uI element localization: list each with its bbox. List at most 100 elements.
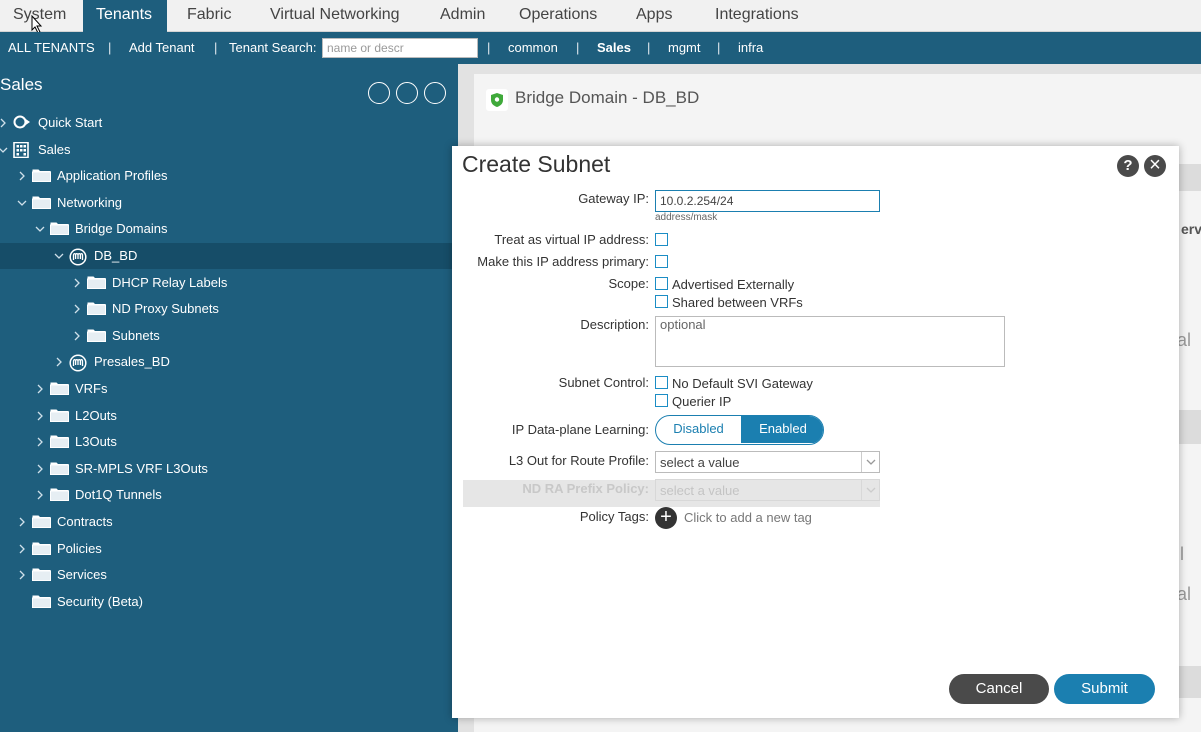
separator: |: [108, 40, 112, 55]
querier-ip-checkbox[interactable]: [655, 394, 668, 407]
tree-item[interactable]: Subnets: [0, 323, 458, 349]
add-tag-plus-icon[interactable]: +: [655, 507, 677, 529]
learning-enabled-option[interactable]: Enabled: [741, 416, 823, 443]
tree-item[interactable]: Contracts: [0, 509, 458, 535]
tree-item[interactable]: SR-MPLS VRF L3Outs: [0, 456, 458, 482]
no-default-svi-gateway-label: No Default SVI Gateway: [672, 376, 813, 391]
tree-item[interactable]: ND Proxy Subnets: [0, 296, 458, 322]
chevron-down-icon[interactable]: [17, 197, 27, 209]
dialog-title: Create Subnet: [462, 151, 611, 177]
advertised-externally-checkbox[interactable]: [655, 277, 668, 290]
description-input[interactable]: [655, 316, 1005, 367]
chevron-right-icon[interactable]: [17, 569, 27, 581]
tenant-search-input[interactable]: [322, 38, 478, 58]
tree-item-label: ND Proxy Subnets: [112, 301, 219, 317]
tree-item[interactable]: Application Profiles: [0, 163, 458, 189]
submit-button[interactable]: Submit: [1054, 674, 1155, 704]
folder-icon: [32, 168, 51, 185]
folder-icon: [50, 434, 69, 451]
help-icon[interactable]: ?: [1117, 155, 1139, 177]
nd-ra-prefix-select: select a value: [655, 479, 880, 501]
chevron-right-icon[interactable]: [72, 330, 82, 342]
tree-list-icon[interactable]: [396, 82, 418, 104]
tree-item[interactable]: L2Outs: [0, 403, 458, 429]
chevron-right-icon[interactable]: [72, 303, 82, 315]
chevron-right-icon[interactable]: [35, 410, 45, 422]
tree-item[interactable]: Quick Start: [0, 110, 458, 136]
chevron-down-icon[interactable]: [0, 144, 8, 156]
chevron-right-icon[interactable]: [35, 436, 45, 448]
tab-tenants[interactable]: Tenants: [83, 0, 167, 32]
chevron-right-icon[interactable]: [35, 463, 45, 475]
tree-item[interactable]: DB_BD: [0, 243, 458, 269]
tree-item[interactable]: Services: [0, 562, 458, 588]
tree-expand-icon[interactable]: [368, 82, 390, 104]
learning-disabled-option[interactable]: Disabled: [656, 416, 741, 443]
tree-item[interactable]: Sales: [0, 137, 458, 163]
l3out-route-profile-select[interactable]: select a value: [655, 451, 880, 473]
chevron-right-icon[interactable]: [35, 383, 45, 395]
folder-icon: [32, 567, 51, 584]
tree-item[interactable]: Networking: [0, 190, 458, 216]
chevron-right-icon[interactable]: [17, 170, 27, 182]
chevron-down-icon[interactable]: [54, 250, 64, 262]
tab-admin[interactable]: Admin: [427, 0, 498, 32]
cancel-button[interactable]: Cancel: [949, 674, 1049, 704]
querier-ip-label: Querier IP: [672, 394, 732, 409]
folder-icon: [32, 594, 51, 611]
shared-between-vrfs-checkbox[interactable]: [655, 295, 668, 308]
tree-item-label: VRFs: [75, 381, 108, 396]
chevron-right-icon[interactable]: [0, 117, 8, 129]
all-tenants-link[interactable]: ALL TENANTS: [8, 32, 95, 64]
tree-item[interactable]: Bridge Domains: [0, 216, 458, 242]
chevron-right-icon[interactable]: [17, 543, 27, 555]
tab-fabric[interactable]: Fabric: [174, 0, 244, 32]
create-subnet-dialog: Create Subnet ? × Gateway IP: address/ma…: [452, 146, 1179, 718]
chevron-right-icon[interactable]: [72, 277, 82, 289]
chevron-right-icon[interactable]: [17, 516, 27, 528]
folder-icon: [50, 381, 69, 398]
tree-item[interactable]: Security (Beta): [0, 589, 458, 615]
shared-between-vrfs-label: Shared between VRFs: [672, 295, 803, 310]
tab-virtual-networking[interactable]: Virtual Networking: [257, 0, 413, 32]
bridge-domain-icon: [69, 354, 87, 375]
bridge-domain-icon: [69, 248, 87, 269]
gateway-ip-input[interactable]: [655, 190, 880, 212]
tab-operations[interactable]: Operations: [506, 0, 610, 32]
tab-apps[interactable]: Apps: [623, 0, 685, 32]
chevron-right-icon[interactable]: [35, 489, 45, 501]
tree-item-label: SR-MPLS VRF L3Outs: [75, 460, 208, 476]
chevron-right-icon[interactable]: [54, 356, 64, 368]
chevron-down-icon: [861, 452, 879, 472]
tenant-link-sales[interactable]: Sales: [597, 32, 631, 64]
tree-item-label: Policies: [57, 540, 102, 556]
tree-item[interactable]: Policies: [0, 536, 458, 562]
tree-item-label: Application Profiles: [57, 168, 168, 184]
tree-item[interactable]: Presales_BD: [0, 349, 458, 375]
tenant-link-mgmt[interactable]: mgmt: [668, 32, 701, 64]
policy-tags-label: Policy Tags:: [579, 509, 649, 524]
tenant-link-infra[interactable]: infra: [738, 32, 763, 64]
no-default-svi-gateway-checkbox[interactable]: [655, 376, 668, 389]
l3out-route-profile-label: L3 Out for Route Profile:: [508, 453, 649, 468]
refresh-icon[interactable]: [424, 82, 446, 104]
tenant-bar: ALL TENANTS | Add Tenant | Tenant Search…: [0, 32, 1201, 64]
tree-item[interactable]: Dot1Q Tunnels: [0, 482, 458, 508]
close-icon[interactable]: ×: [1144, 155, 1166, 177]
folder-icon: [87, 275, 106, 292]
tree-item[interactable]: VRFs: [0, 376, 458, 402]
chevron-down-icon[interactable]: [35, 223, 45, 235]
description-label: Description:: [580, 317, 649, 332]
tree-item[interactable]: L3Outs: [0, 429, 458, 455]
tree-item-label: Bridge Domains: [75, 221, 168, 237]
add-tag-link[interactable]: Click to add a new tag: [684, 510, 812, 525]
tab-integrations[interactable]: Integrations: [702, 0, 812, 32]
virtual-ip-checkbox[interactable]: [655, 233, 668, 246]
gateway-ip-label: Gateway IP:: [578, 191, 649, 206]
primary-ip-checkbox[interactable]: [655, 255, 668, 268]
tree-item[interactable]: DHCP Relay Labels: [0, 270, 458, 296]
add-tenant-link[interactable]: Add Tenant: [129, 32, 195, 64]
background-text: al: [1177, 330, 1192, 350]
primary-ip-label: Make this IP address primary:: [477, 254, 649, 269]
tenant-link-common[interactable]: common: [508, 32, 558, 64]
